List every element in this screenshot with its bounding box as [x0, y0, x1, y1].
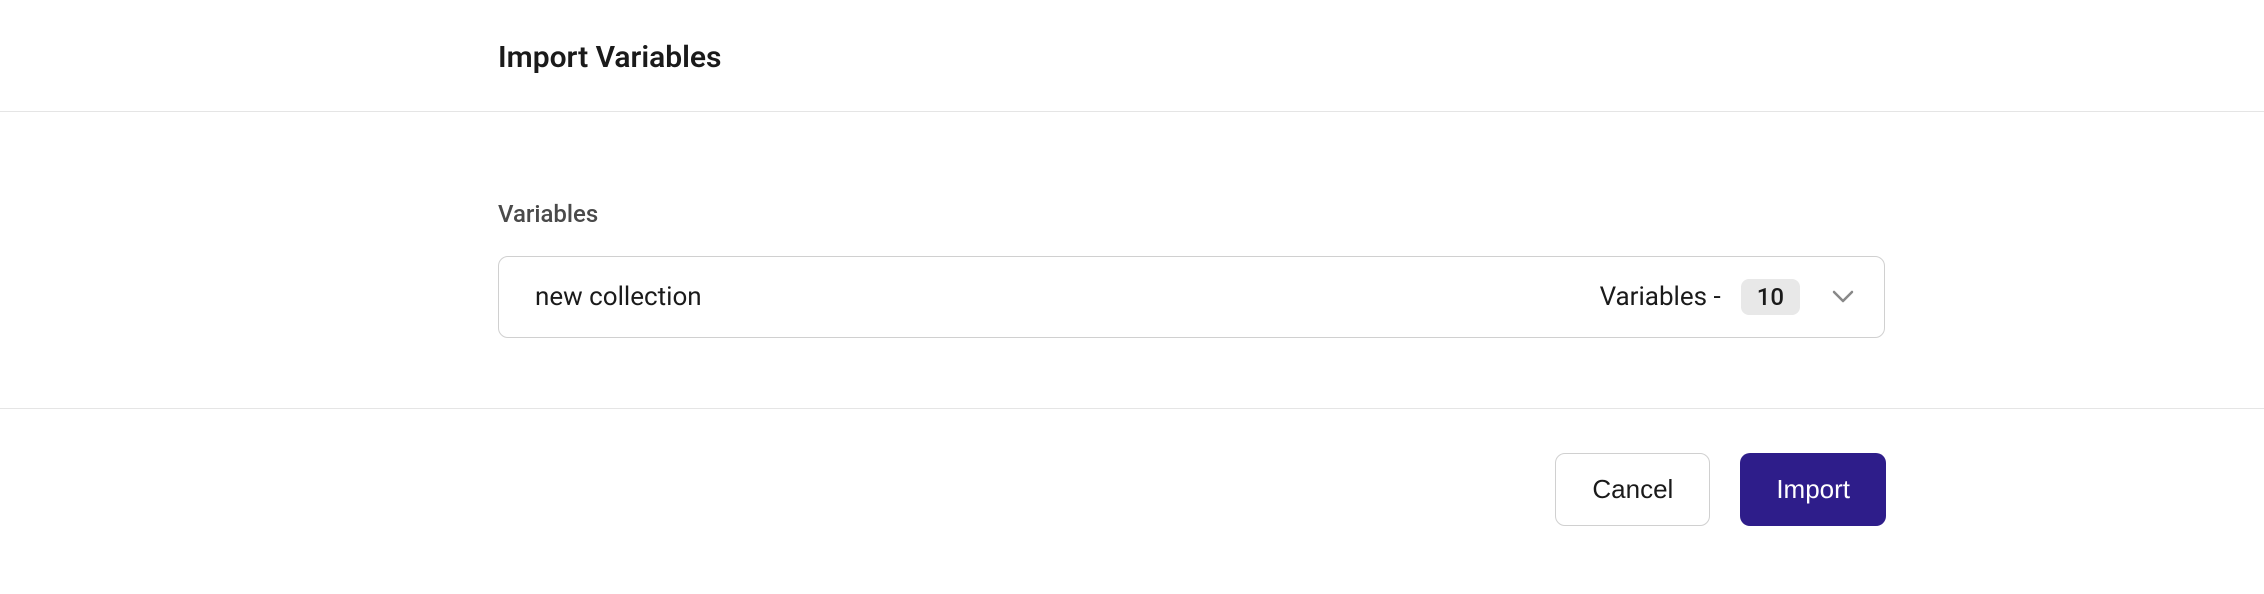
variables-count-badge: 10: [1741, 279, 1800, 315]
variables-field-label: Variables: [498, 200, 2264, 228]
dialog-header: Import Variables: [0, 0, 2264, 112]
variables-select[interactable]: new collection Variables - 10: [498, 256, 1885, 338]
dialog-content: Variables new collection Variables - 10: [0, 112, 2264, 409]
select-meta: Variables - 10: [1600, 279, 1854, 315]
dialog-footer: Cancel Import: [0, 409, 2264, 526]
import-button[interactable]: Import: [1740, 453, 1886, 526]
select-value-text: new collection: [535, 282, 702, 312]
chevron-down-icon: [1832, 286, 1854, 308]
select-suffix-label: Variables -: [1600, 282, 1721, 312]
cancel-button[interactable]: Cancel: [1555, 453, 1710, 526]
dialog-title: Import Variables: [498, 40, 2264, 75]
